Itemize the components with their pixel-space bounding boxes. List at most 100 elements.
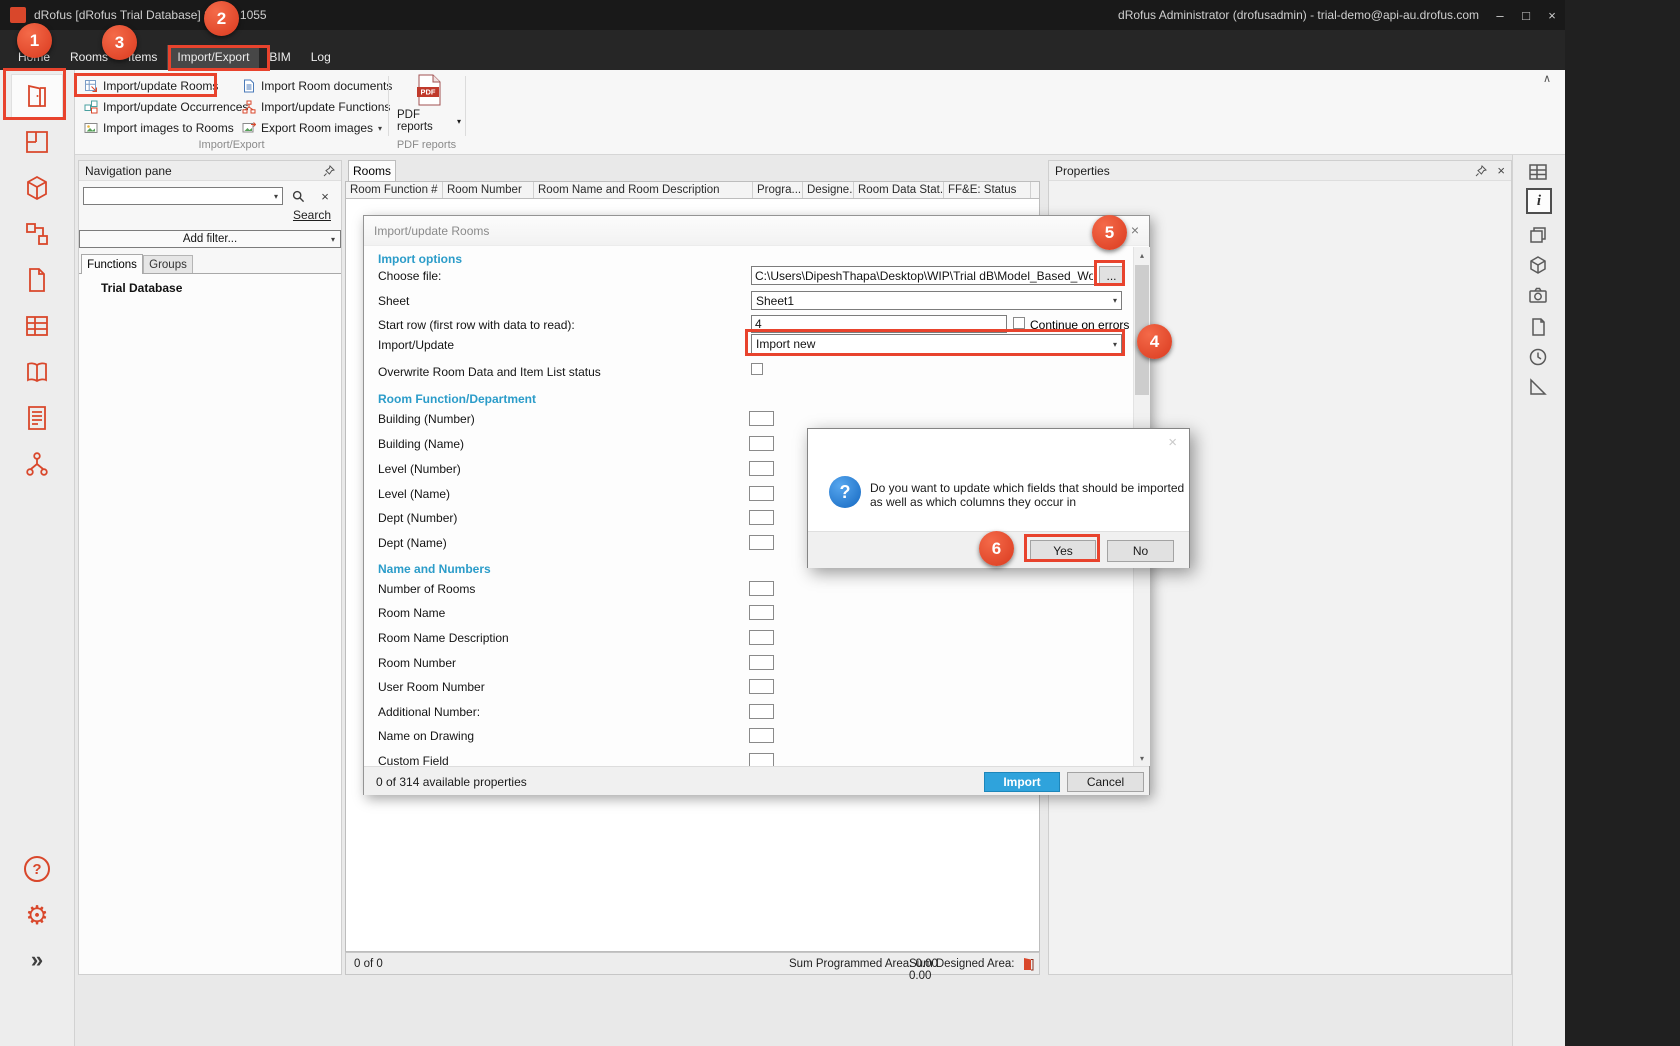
column-input-dept-name[interactable]: [749, 535, 774, 550]
clear-search-button[interactable]: ×: [315, 187, 335, 205]
search-combobox[interactable]: ▾: [83, 187, 283, 205]
column-input-level-number[interactable]: [749, 461, 774, 476]
documents-button[interactable]: [1528, 317, 1548, 337]
grid-icon: [1528, 162, 1548, 182]
pin-icon[interactable]: [1475, 165, 1487, 177]
column-input-room-number[interactable]: [749, 655, 774, 670]
measure-button[interactable]: [1528, 377, 1548, 397]
scroll-up-button[interactable]: ▴: [1134, 247, 1150, 263]
export-room-images-button[interactable]: Export Room images ▾: [238, 118, 386, 138]
pin-icon[interactable]: [323, 165, 335, 177]
sidebar-systems-button[interactable]: [11, 442, 63, 486]
camera-button[interactable]: [1528, 285, 1548, 305]
ribbon-separator: [388, 76, 389, 136]
continue-on-errors-checkbox[interactable]: [1013, 317, 1025, 329]
import-update-occurrences-button[interactable]: Import/update Occurrences: [80, 97, 252, 117]
overwrite-checkbox[interactable]: [751, 363, 763, 375]
pdf-reports-button[interactable]: PDF PDF reports ▾: [397, 74, 461, 136]
import-room-documents-button[interactable]: Import Room documents: [238, 76, 396, 96]
search-button[interactable]: [287, 187, 309, 205]
panel-title: Navigation pane: [85, 164, 172, 178]
copies-button[interactable]: [1528, 225, 1548, 245]
expand-sidebar-button[interactable]: »: [11, 938, 63, 982]
collapse-ribbon-button[interactable]: ∧: [1543, 72, 1551, 85]
tab-label: Groups: [149, 259, 187, 271]
column-input-level-name[interactable]: [749, 486, 774, 501]
sidebar-schedules-button[interactable]: [11, 304, 63, 348]
dialog-close-button[interactable]: ×: [1131, 222, 1139, 238]
table-layout-button[interactable]: [1528, 162, 1548, 182]
dropdown-arrow-icon: ▾: [378, 124, 382, 133]
no-button[interactable]: No: [1107, 540, 1174, 562]
tree-item-root[interactable]: Trial Database: [101, 281, 182, 295]
close-button[interactable]: ×: [1539, 0, 1565, 30]
search-link[interactable]: Search: [293, 208, 331, 222]
button-label: Import Room documents: [261, 79, 392, 93]
sheet-dropdown[interactable]: Sheet1 ▾: [751, 291, 1122, 310]
column-header-ffe-status[interactable]: FF&E: Status: [944, 182, 1031, 198]
column-header-room-number[interactable]: Room Number: [443, 182, 534, 198]
annotation-box-browse-button: [1094, 260, 1125, 286]
nav-tab-functions[interactable]: Functions: [81, 254, 143, 274]
column-input-building-number[interactable]: [749, 411, 774, 426]
minimize-button[interactable]: –: [1487, 0, 1513, 30]
field-label-dept-name: Dept (Name): [378, 536, 447, 550]
rooms-table-header: Room Function # Room Number Room Name an…: [345, 181, 1040, 199]
column-input-room-name[interactable]: [749, 605, 774, 620]
column-header-room-data-status[interactable]: Room Data Stat...: [854, 182, 944, 198]
scroll-down-button[interactable]: ▾: [1134, 750, 1150, 766]
column-input-additional-number[interactable]: [749, 704, 774, 719]
sidebar-room-plan-button[interactable]: [11, 120, 63, 164]
window-controls: – □ ×: [1487, 0, 1565, 30]
column-header-designed[interactable]: Designe...: [803, 182, 854, 198]
add-filter-dropdown[interactable]: Add filter... ▾: [79, 230, 341, 248]
column-input-user-room-number[interactable]: [749, 679, 774, 694]
info-button[interactable]: i: [1526, 188, 1552, 214]
row-count: 0 of 0: [354, 958, 383, 970]
column-header-room-function[interactable]: Room Function #: [346, 182, 443, 198]
column-header-room-name[interactable]: Room Name and Room Description: [534, 182, 753, 198]
settings-button[interactable]: ⚙: [11, 893, 63, 937]
close-panel-button[interactable]: ×: [1497, 163, 1505, 178]
column-label: Room Number: [447, 184, 522, 196]
tab-label: Functions: [87, 259, 137, 271]
help-button[interactable]: ?: [11, 847, 63, 891]
import-button[interactable]: Import: [984, 772, 1060, 792]
rooms-tab[interactable]: Rooms: [348, 160, 396, 181]
group-caption-import-export: Import/Export: [75, 139, 388, 151]
occurrence-link-icon: [24, 221, 50, 247]
column-header-programmed[interactable]: Progra...: [753, 182, 803, 198]
column-input-number-of-rooms[interactable]: [749, 581, 774, 596]
document-icon: [242, 79, 256, 93]
annotation-circle-5: 5: [1092, 215, 1127, 250]
drofus-window: dRofus [dRofus Trial Database] 2.11.1.10…: [0, 0, 1565, 1046]
sidebar-reports-button[interactable]: [11, 396, 63, 440]
cube-icon: [24, 175, 50, 201]
column-input-dept-number[interactable]: [749, 510, 774, 525]
column-input-name-on-drawing[interactable]: [749, 728, 774, 743]
sidebar-items-button[interactable]: [11, 166, 63, 210]
sidebar-occurrences-button[interactable]: [11, 212, 63, 256]
choose-file-input[interactable]: [751, 266, 1097, 285]
button-label: PDF reports: [397, 109, 454, 133]
nav-tab-groups[interactable]: Groups: [143, 255, 193, 274]
door-icon: [1022, 957, 1034, 971]
button-label: Import/update Occurrences: [103, 100, 248, 114]
import-update-functions-button[interactable]: Import/update Functions: [238, 97, 394, 117]
tab-log[interactable]: Log: [301, 45, 341, 70]
annotation-box-yes-button: [1024, 534, 1100, 562]
maximize-button[interactable]: □: [1513, 0, 1539, 30]
column-input-building-name[interactable]: [749, 436, 774, 451]
msgbox-close-button[interactable]: ×: [1168, 434, 1177, 451]
field-label-level-name: Level (Name): [378, 487, 450, 501]
sidebar-catalogs-button[interactable]: [11, 350, 63, 394]
model-button[interactable]: [1528, 255, 1548, 275]
import-images-to-rooms-button[interactable]: Import images to Rooms: [80, 118, 238, 138]
column-input-room-name-description[interactable]: [749, 630, 774, 645]
cancel-button[interactable]: Cancel: [1067, 772, 1144, 792]
rooms-footer: 0 of 0 Sum Programmed Area: 0.00 Sum Des…: [345, 952, 1040, 975]
button-label: Import/update Functions: [261, 100, 390, 114]
history-button[interactable]: [1528, 347, 1548, 367]
import-label: Import: [1003, 775, 1040, 789]
sidebar-documents-button[interactable]: [11, 258, 63, 302]
